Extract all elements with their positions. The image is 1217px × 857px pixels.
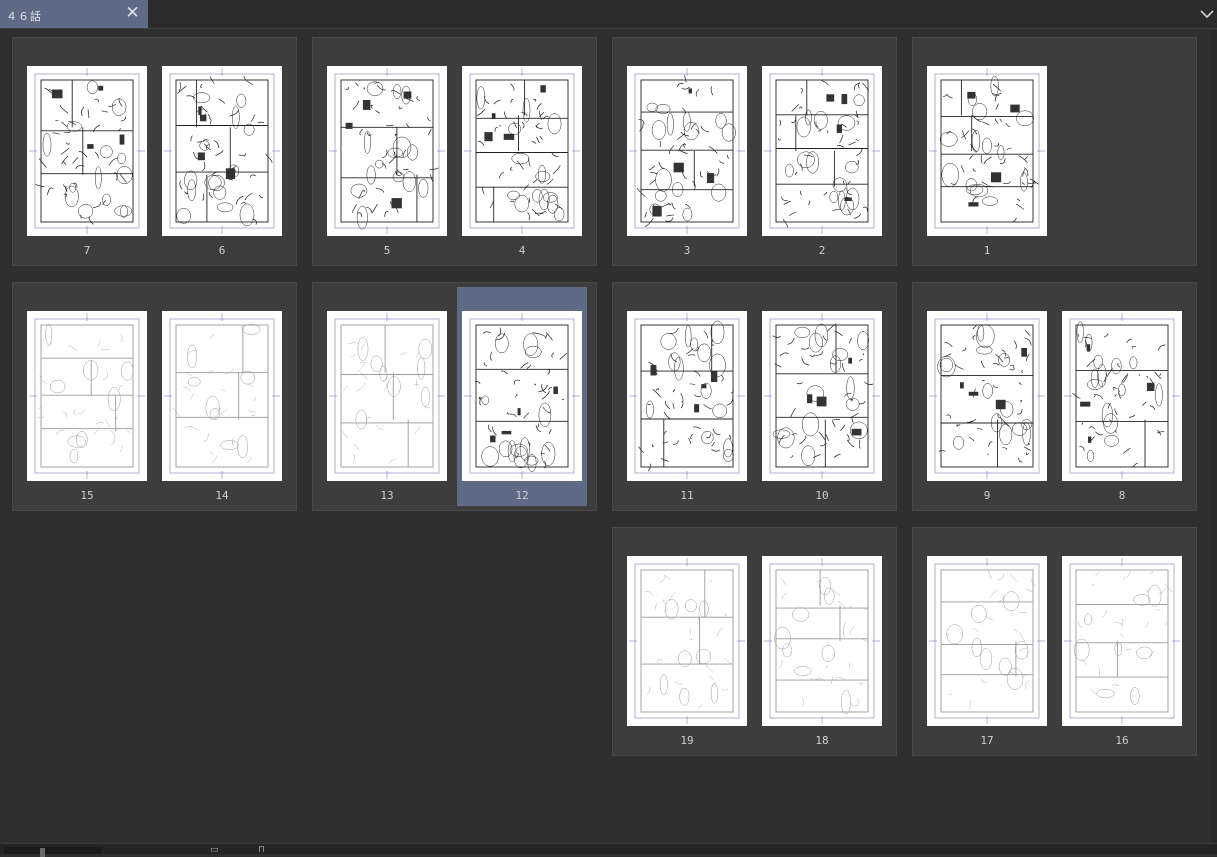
page-number: 2 [818,244,826,257]
page-spread[interactable]: 54 [312,37,597,266]
close-icon[interactable]: ✕ [124,4,142,22]
page-spread[interactable]: 98 [912,282,1197,511]
page-number: 19 [680,734,694,747]
page-spread[interactable]: 15 14 [12,282,297,511]
page-thumbnail[interactable] [327,311,447,481]
page-number: 3 [683,244,691,257]
page-thumbnail[interactable] [927,556,1047,726]
bottom-toolbar: ▭ ⊓ [0,843,1217,857]
page-number: 4 [518,244,526,257]
page-thumbnail[interactable] [27,311,147,481]
page-spread[interactable]: 13 12 [312,282,597,511]
page-thumbnail[interactable] [927,311,1047,481]
page-thumbnail[interactable] [762,311,882,481]
page-number: 18 [815,734,829,747]
page-thumbnail[interactable] [162,311,282,481]
page-number: 5 [383,244,391,257]
page-spread[interactable]: 76 [12,37,297,266]
page-thumbnail[interactable] [162,66,282,236]
page-spread[interactable]: 1 [912,37,1197,266]
page-number: 11 [680,489,694,502]
page-number: 17 [980,734,994,747]
page-thumbnail[interactable] [762,556,882,726]
page-thumbnail[interactable] [627,311,747,481]
page-number: 8 [1118,489,1126,502]
page-spread[interactable]: 32 [612,37,897,266]
title-bar: ４６話 ✕ [0,0,1217,29]
page-number: 16 [1115,734,1129,747]
page-number: 15 [80,489,94,502]
chevron-down-icon[interactable] [1197,4,1217,24]
page-number: 12 [515,489,529,502]
document-tab[interactable]: ４６話 ✕ [0,0,148,28]
page-number: 14 [215,489,229,502]
page-thumbnail[interactable] [627,66,747,236]
page-number: 6 [218,244,226,257]
page-thumbnail[interactable] [762,66,882,236]
page-spread[interactable]: 11 10 [612,282,897,511]
page-number: 10 [815,489,829,502]
vertical-scrollbar[interactable] [1211,30,1217,843]
page-number: 13 [380,489,394,502]
page-thumbnail[interactable] [462,66,582,236]
page-number: 7 [83,244,91,257]
page-thumbnail[interactable] [1062,311,1182,481]
page-spread[interactable]: 17 16 [912,527,1197,756]
page-thumbnail[interactable] [627,556,747,726]
page-number: 9 [983,489,991,502]
page-number: 1 [983,244,991,257]
page-thumbnail[interactable] [327,66,447,236]
page-thumbnail[interactable] [462,311,582,481]
page-thumbnail[interactable] [27,66,147,236]
page-thumbnail[interactable] [1062,556,1182,726]
page-spread[interactable]: 19 18 [612,527,897,756]
page-thumbnail[interactable] [927,66,1047,236]
tab-title: ４６話 [6,10,42,23]
